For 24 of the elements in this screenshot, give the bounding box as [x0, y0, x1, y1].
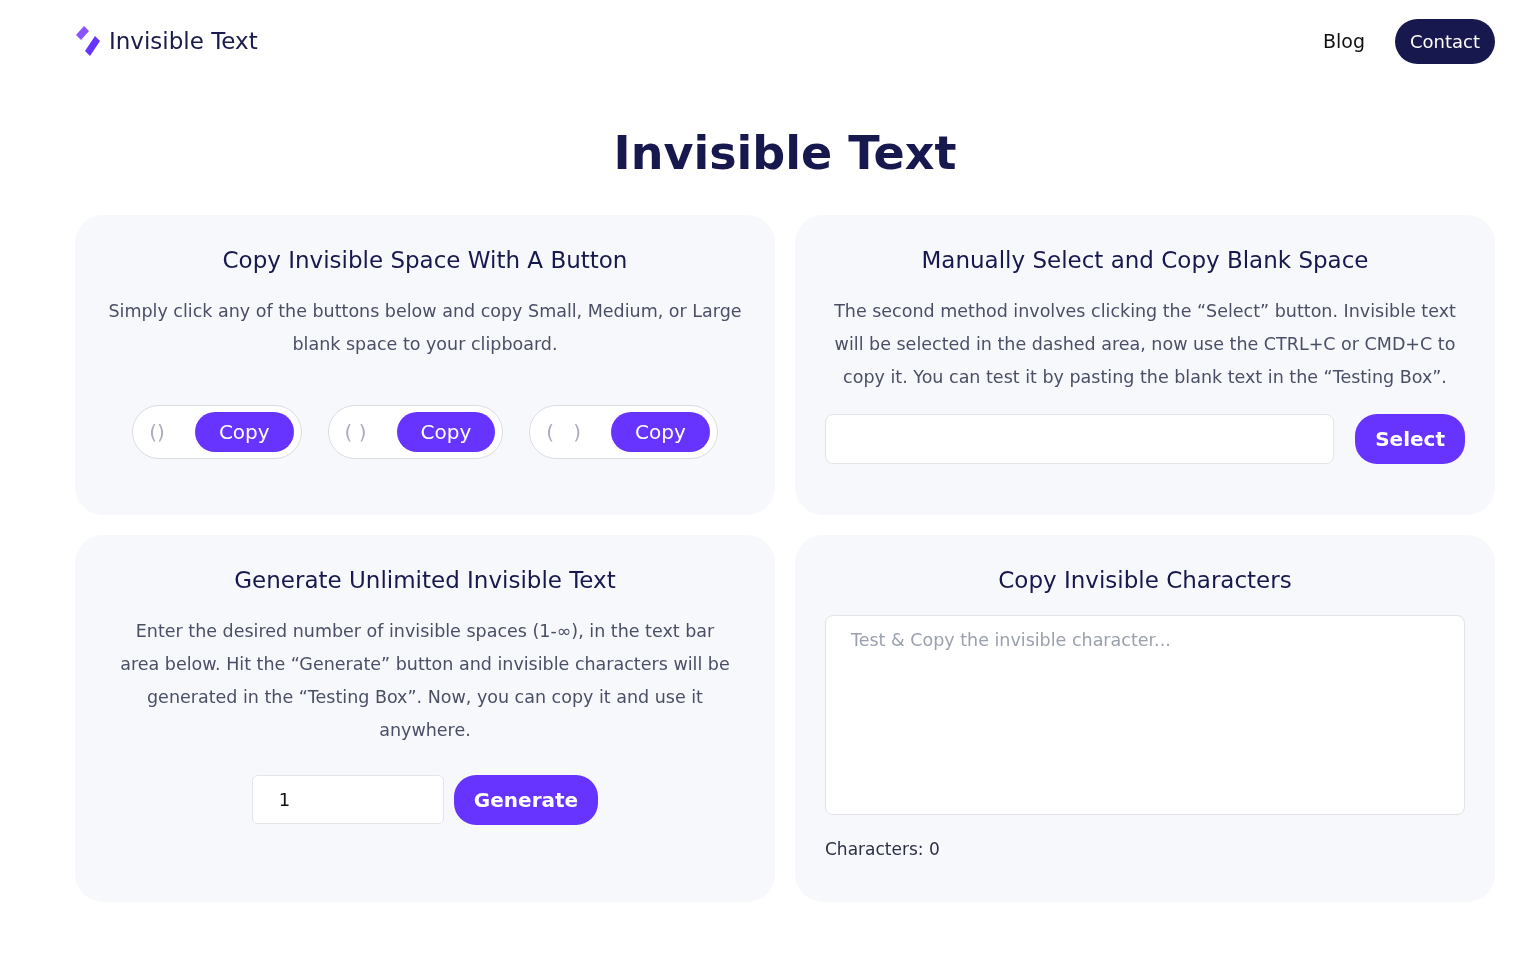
character-count: Characters: 0 — [825, 839, 940, 860]
card-description: Enter the desired number of invisible spaces (1-∞), in the text bar area below. Hit the “Generate” button and invisible characters will be generated in the “Testing Box”. Now, you can copy it and use it anywhere. — [119, 620, 731, 743]
card-title: Generate Unlimited Invisible Text — [234, 567, 616, 594]
page-title: Invisible Text — [612, 126, 958, 182]
space-sample: ( ) — [344, 420, 367, 445]
number-input[interactable]: 1 — [251, 775, 444, 825]
testing-box[interactable]: Test & Copy the invisible character... — [825, 615, 1465, 816]
generate-button[interactable]: Generate — [453, 775, 599, 826]
copy-button[interactable]: Copy — [396, 412, 496, 453]
card-description: The second method involves clicking the “Select” button. Invisible text will be selected in the dashed area, now use the CTRL+C or CMD+C to copy it. You can test it by pasting the blank text in the “Testing Box”. — [833, 300, 1457, 390]
select-button[interactable]: Select — [1355, 414, 1465, 465]
card-title: Manually Select and Copy Blank Space — [921, 247, 1369, 274]
card-title: Copy Invisible Space With A Button — [222, 247, 628, 274]
space-sample: ( ) — [546, 420, 581, 445]
contact-button[interactable]: Contact — [1394, 18, 1495, 64]
space-sample: () — [149, 420, 165, 445]
blog-link[interactable]: Blog — [1322, 30, 1365, 52]
card-title: Copy Invisible Characters — [998, 567, 1292, 594]
card-description: Simply click any of the buttons below and copy Small, Medium, or Large blank space to your clipboard. — [107, 300, 743, 357]
copy-button[interactable]: Copy — [194, 412, 294, 453]
copy-button[interactable]: Copy — [611, 412, 710, 453]
logo-icon — [75, 26, 101, 56]
brand-name: Invisible Text — [109, 28, 258, 54]
selection-field[interactable] — [825, 414, 1335, 465]
